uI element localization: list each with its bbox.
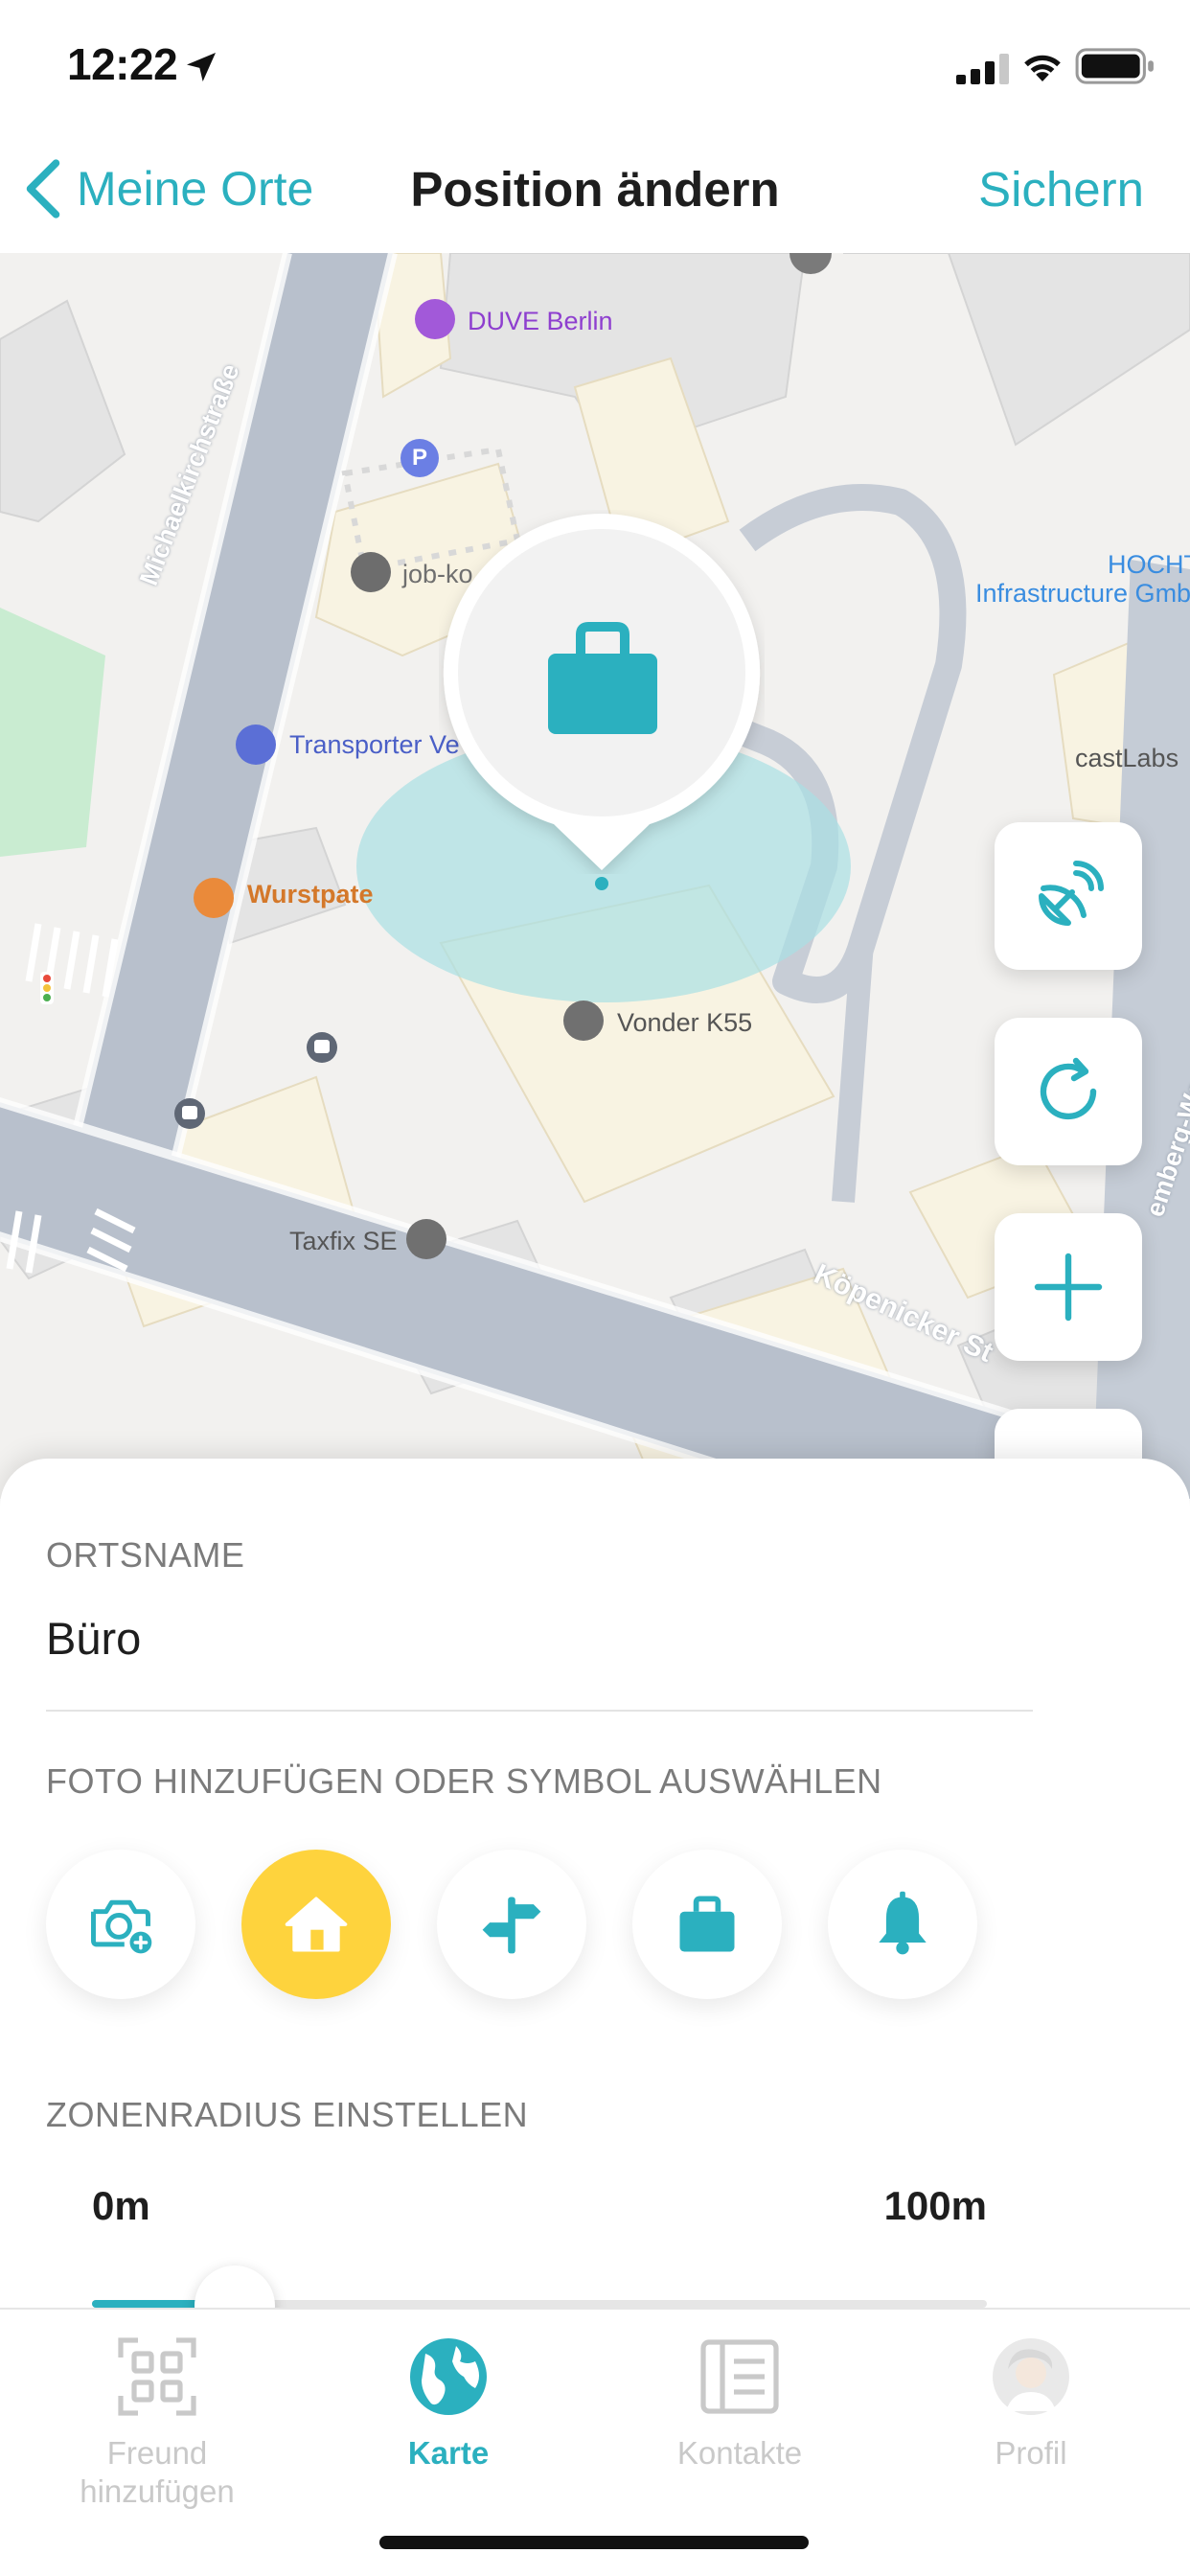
- satellite-dish-icon: [1039, 861, 1104, 926]
- symbol-picker: [46, 1850, 1100, 2003]
- tab-contacts-label: Kontakte: [676, 2435, 803, 2471]
- signpost-icon: [482, 1897, 541, 1954]
- tab-add-friend[interactable]: Freund hinzufügen: [13, 2325, 301, 2517]
- poi-taxfix[interactable]: Taxfix SE: [289, 1227, 398, 1256]
- home-icon: [285, 1897, 348, 1952]
- poi-hocht[interactable]: HOCHT: [1108, 550, 1190, 580]
- satellite-button[interactable]: [995, 822, 1142, 970]
- symbol-home[interactable]: [241, 1850, 391, 1999]
- poi-restaurant-icon: [194, 878, 234, 918]
- marker-bubble-icon: [443, 514, 761, 870]
- bell-icon: [879, 1891, 927, 1955]
- poi-education-icon: [351, 552, 391, 592]
- place-name-label: ORTSNAME: [46, 1535, 245, 1575]
- status-time: 12:22: [67, 39, 178, 89]
- poi-car-icon: [236, 724, 276, 765]
- navigation-bar: Meine Orte Position ändern Sichern: [0, 126, 1190, 253]
- wifi-icon: [1024, 55, 1061, 81]
- tab-bar: Freund hinzufügen Karte Kontakte Profil: [0, 2308, 1190, 2576]
- symbol-briefcase[interactable]: [632, 1850, 782, 1999]
- zoom-in-button[interactable]: [995, 1213, 1142, 1361]
- tab-contacts[interactable]: Kontakte: [596, 2325, 883, 2517]
- poi-castlabs[interactable]: castLabs: [1075, 744, 1179, 773]
- poi-pin-icon: [406, 1219, 446, 1259]
- symbol-section-label: FOTO HINZUFÜGEN ODER SYMBOL AUSWÄHLEN: [46, 1761, 882, 1801]
- briefcase-icon: [679, 1896, 735, 1952]
- camera-add-icon: [91, 1899, 152, 1954]
- symbol-signpost[interactable]: [437, 1850, 586, 1999]
- contacts-icon: [700, 2339, 779, 2414]
- location-arrow-icon: [187, 53, 216, 81]
- tab-map[interactable]: Karte: [305, 2325, 592, 2517]
- radius-max-label: 100m: [883, 2183, 987, 2228]
- status-bar: 12:22: [0, 0, 1190, 126]
- tab-map-label: Karte: [407, 2435, 490, 2471]
- symbol-bell[interactable]: [828, 1850, 977, 1999]
- home-indicator: [379, 2536, 809, 2549]
- parking-label: P: [411, 445, 427, 471]
- add-photo-button[interactable]: [46, 1850, 195, 1999]
- refresh-button[interactable]: [995, 1018, 1142, 1165]
- radius-min-label: 0m: [92, 2183, 150, 2228]
- parking-icon: P: [400, 439, 439, 477]
- poi-infrastructure[interactable]: Infrastructure Gmb: [975, 579, 1190, 609]
- poi-wurstpate[interactable]: Wurstpate: [247, 880, 374, 909]
- divider: [46, 1710, 1033, 1712]
- map-view[interactable]: Michaelkirchstraße Köpenicker St emberg-…: [0, 253, 1190, 1499]
- qr-icon: [118, 2337, 196, 2416]
- radius-section-label: ZONENRADIUS EINSTELLEN: [46, 2095, 529, 2134]
- poi-pin-icon: [563, 1000, 604, 1041]
- radius-slider[interactable]: [92, 2266, 987, 2346]
- place-name-input[interactable]: Büro: [46, 1612, 141, 1665]
- avatar: [993, 2338, 1069, 2415]
- plus-icon: [1034, 1253, 1103, 1322]
- battery-icon: [1075, 48, 1154, 84]
- tab-profile-label: Profil: [995, 2435, 1067, 2471]
- globe-icon: [410, 2338, 487, 2415]
- tab-add-friend-label: Freund hinzufügen: [80, 2435, 235, 2509]
- poi-vonder-k55[interactable]: Vonder K55: [617, 1008, 752, 1038]
- cellular-signal-icon: [956, 54, 1009, 84]
- poi-duve-berlin[interactable]: DUVE Berlin: [468, 307, 613, 336]
- marker-center-dot: [595, 877, 608, 890]
- place-marker[interactable]: [439, 510, 765, 874]
- tab-profile[interactable]: Profil: [887, 2325, 1175, 2517]
- refresh-icon: [1040, 1057, 1097, 1120]
- save-button[interactable]: Sichern: [978, 161, 1144, 218]
- poi-transporter[interactable]: Transporter Ve: [289, 730, 460, 760]
- poi-art-icon: [415, 299, 455, 339]
